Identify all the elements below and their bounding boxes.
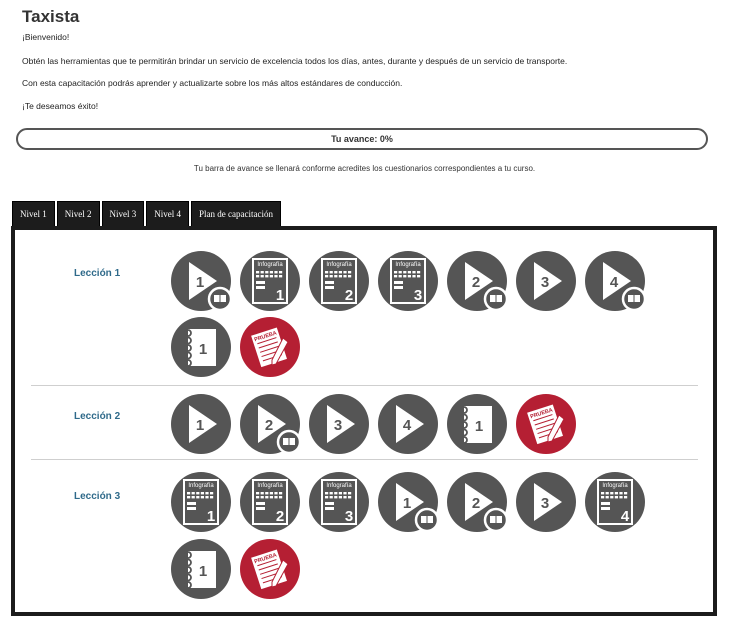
video-book-icon[interactable]: 4	[584, 250, 646, 312]
tab-plan-capacitacion[interactable]: Plan de capacitación	[191, 201, 281, 228]
svg-text:Infografía: Infografía	[257, 262, 283, 268]
svg-text:1: 1	[475, 418, 483, 435]
svg-text:1: 1	[403, 495, 411, 512]
svg-text:1: 1	[199, 563, 207, 580]
tab-nivel-1[interactable]: Nivel 1	[12, 201, 55, 228]
tab-nivel-4[interactable]: Nivel 4	[146, 201, 189, 228]
lesson-divider	[31, 459, 698, 460]
level-tabs: Nivel 1 Nivel 2 Nivel 3 Nivel 4 Plan de …	[12, 201, 283, 228]
svg-text:1: 1	[207, 508, 215, 525]
video-icon[interactable]: 4	[377, 393, 439, 455]
video-icon[interactable]: 1	[170, 393, 232, 455]
svg-text:2: 2	[265, 417, 273, 434]
quiz-icon[interactable]: PRUEBA	[239, 538, 301, 600]
video-icon[interactable]: 3	[515, 250, 577, 312]
svg-text:1: 1	[196, 417, 204, 434]
lessons-panel: Lección 1 1 Infografía 1 Infografía 2 Infograf…	[11, 226, 717, 616]
quiz-icon[interactable]: PRUEBA	[239, 316, 301, 378]
svg-text:2: 2	[472, 274, 480, 291]
svg-text:2: 2	[345, 287, 353, 304]
svg-text:1: 1	[199, 341, 207, 358]
infographic-icon[interactable]: Infografía 4	[584, 471, 646, 533]
progress-label: Tu avance: 0%	[331, 134, 393, 144]
video-icon[interactable]: 3	[515, 471, 577, 533]
notebook-icon[interactable]: 1	[446, 393, 508, 455]
infographic-icon[interactable]: Infografía 2	[239, 471, 301, 533]
infographic-icon[interactable]: Infografía 3	[377, 250, 439, 312]
svg-text:3: 3	[334, 417, 342, 434]
progress-bar: Tu avance: 0%	[16, 128, 708, 150]
svg-text:1: 1	[276, 287, 284, 304]
video-icon[interactable]: 3	[308, 393, 370, 455]
intro-text: Obtén las herramientas que te permitirán…	[22, 56, 568, 66]
lesson-label-3: Lección 3	[74, 491, 121, 502]
infographic-icon[interactable]: Infografía 2	[308, 250, 370, 312]
infographic-icon[interactable]: Infografía 1	[170, 471, 232, 533]
svg-text:2: 2	[472, 495, 480, 512]
progress-note: Tu barra de avance se llenará conforme a…	[193, 164, 536, 173]
svg-text:3: 3	[541, 495, 549, 512]
svg-text:1: 1	[196, 274, 204, 291]
lesson-label-2: Lección 2	[74, 411, 121, 422]
video-book-icon[interactable]: 2	[446, 471, 508, 533]
svg-text:3: 3	[541, 274, 549, 291]
infographic-icon[interactable]: Infografía 3	[308, 471, 370, 533]
svg-text:Infografía: Infografía	[257, 483, 283, 489]
video-book-icon[interactable]: 1	[170, 250, 232, 312]
notebook-icon[interactable]: 1	[170, 316, 232, 378]
svg-text:Infografía: Infografía	[395, 262, 421, 268]
page-title: Taxista	[22, 7, 80, 26]
infographic-icon[interactable]: Infografía 1	[239, 250, 301, 312]
lesson-label-1: Lección 1	[74, 268, 121, 279]
notebook-icon[interactable]: 1	[170, 538, 232, 600]
svg-text:3: 3	[414, 287, 422, 304]
svg-text:4: 4	[621, 508, 630, 525]
video-book-icon[interactable]: 1	[377, 471, 439, 533]
tab-nivel-2[interactable]: Nivel 2	[56, 201, 100, 228]
svg-text:4: 4	[403, 417, 412, 434]
wish-text: ¡Te deseamos éxito!	[22, 101, 99, 111]
svg-text:4: 4	[610, 274, 619, 291]
svg-text:3: 3	[345, 508, 353, 525]
svg-text:Infografía: Infografía	[326, 483, 352, 489]
svg-text:Infografía: Infografía	[602, 483, 628, 489]
tab-nivel-3[interactable]: Nivel 3	[101, 201, 145, 228]
video-book-icon[interactable]: 2	[239, 393, 301, 455]
video-book-icon[interactable]: 2	[446, 250, 508, 312]
intro-text-2: Con esta capacitación podrás aprender y …	[22, 78, 403, 88]
svg-text:Infografía: Infografía	[188, 483, 214, 489]
lesson-divider	[31, 385, 698, 386]
welcome-text: ¡Bienvenido!	[22, 32, 70, 42]
svg-text:Infografía: Infografía	[326, 262, 352, 268]
quiz-icon[interactable]: PRUEBA	[515, 393, 577, 455]
svg-text:2: 2	[276, 508, 284, 525]
